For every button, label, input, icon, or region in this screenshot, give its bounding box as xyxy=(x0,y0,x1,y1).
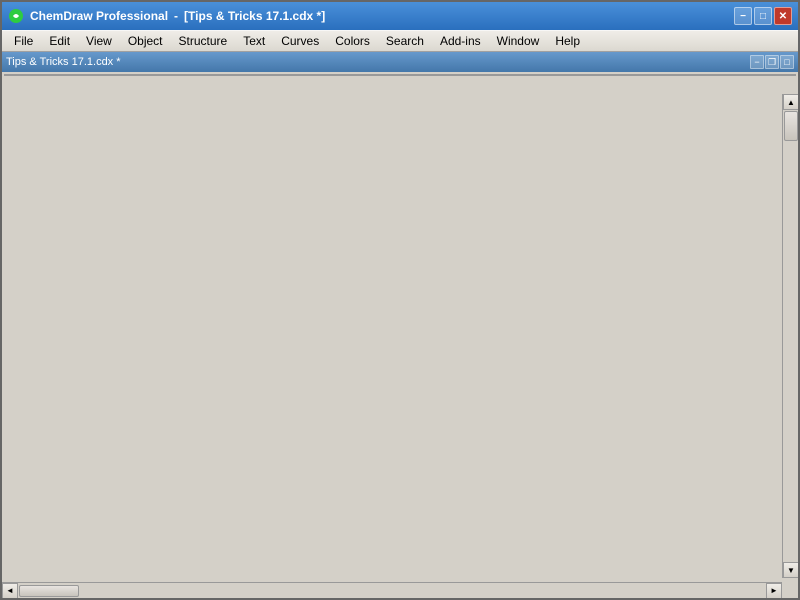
inner-title-text: Tips & Tricks 17.1.cdx * xyxy=(6,56,121,68)
title-app-name: ChemDraw Professional xyxy=(30,9,168,23)
vertical-scrollbar[interactable]: ▲ ▼ xyxy=(782,94,798,578)
inner-window: Tips & Tricks 17.1.cdx * − ❐ □ xyxy=(2,52,798,598)
title-controls: − □ ✕ xyxy=(734,7,792,25)
menu-view[interactable]: View xyxy=(78,32,120,50)
scroll-right-button[interactable]: ► xyxy=(766,583,782,599)
menu-colors[interactable]: Colors xyxy=(327,32,378,50)
minimize-button[interactable]: − xyxy=(734,7,752,25)
title-bar-left: ChemDraw Professional - [Tips & Tricks 1… xyxy=(8,8,325,24)
title-separator: - xyxy=(174,9,178,23)
menu-bar: File Edit View Object Structure Text Cur… xyxy=(2,30,798,52)
scroll-down-button[interactable]: ▼ xyxy=(783,562,799,578)
menu-structure[interactable]: Structure xyxy=(171,32,236,50)
maximize-button[interactable]: □ xyxy=(754,7,772,25)
scroll-thumb-horizontal[interactable] xyxy=(19,585,79,597)
inner-title-controls: − ❐ □ xyxy=(750,55,794,69)
menu-text[interactable]: Text xyxy=(235,32,273,50)
title-bar: ChemDraw Professional - [Tips & Tricks 1… xyxy=(2,2,798,30)
inner-minimize-button[interactable]: − xyxy=(750,55,764,69)
menu-object[interactable]: Object xyxy=(120,32,171,50)
menu-search[interactable]: Search xyxy=(378,32,432,50)
menu-addins[interactable]: Add-ins xyxy=(432,32,489,50)
inner-title-bar: Tips & Tricks 17.1.cdx * − ❐ □ xyxy=(2,52,798,72)
canvas-area[interactable]: PerkinElmer For the Better CD xyxy=(4,74,796,76)
app-window: ChemDraw Professional - [Tips & Tricks 1… xyxy=(0,0,800,600)
scroll-thumb-vertical[interactable] xyxy=(784,111,798,141)
inner-restore-button[interactable]: ❐ xyxy=(765,55,779,69)
menu-help[interactable]: Help xyxy=(547,32,588,50)
menu-file[interactable]: File xyxy=(6,32,41,50)
scroll-track-horizontal[interactable] xyxy=(18,584,766,598)
menu-curves[interactable]: Curves xyxy=(273,32,327,50)
title-doc: [Tips & Tricks 17.1.cdx *] xyxy=(184,9,325,23)
menu-window[interactable]: Window xyxy=(489,32,548,50)
scroll-track-vertical[interactable] xyxy=(783,110,798,562)
app-icon xyxy=(8,8,24,24)
close-button[interactable]: ✕ xyxy=(774,7,792,25)
horizontal-scrollbar[interactable]: ◄ ► xyxy=(2,582,782,598)
inner-close-button[interactable]: □ xyxy=(780,55,794,69)
scroll-left-button[interactable]: ◄ xyxy=(2,583,18,599)
scroll-up-button[interactable]: ▲ xyxy=(783,94,799,110)
menu-edit[interactable]: Edit xyxy=(41,32,78,50)
